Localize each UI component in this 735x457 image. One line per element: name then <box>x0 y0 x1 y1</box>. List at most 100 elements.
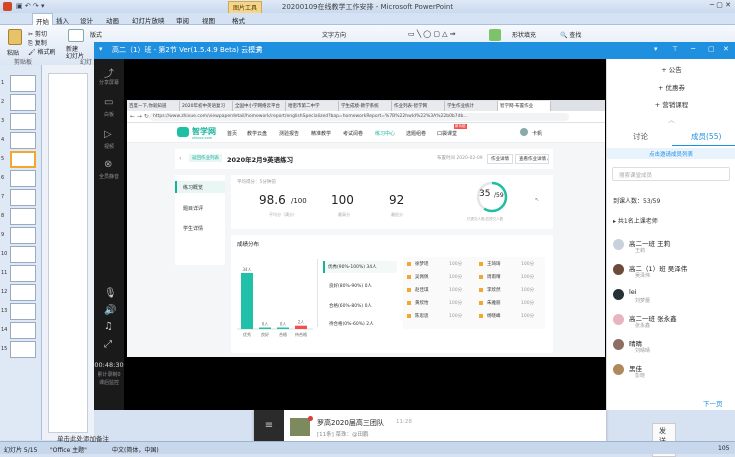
slide-thumbnail[interactable] <box>10 113 36 130</box>
tab-design[interactable]: 设计 <box>80 15 93 25</box>
homework-detail-button[interactable]: 作业详情 <box>487 154 513 164</box>
nav-cloud[interactable]: 教学云盘 <box>247 130 267 137</box>
browser-tab[interactable]: 全国中小学网络云平台 <box>233 101 286 111</box>
member-item[interactable]: 高二（1）班 吴泽伟 吴泽伟 <box>613 262 733 282</box>
user-name[interactable]: 卡帆 <box>532 130 542 137</box>
tab-animation[interactable]: 动画 <box>106 15 119 25</box>
pin-icon[interactable]: ▾ <box>654 45 658 53</box>
student-name[interactable]: 朱雅丽 <box>487 300 501 306</box>
side-questions[interactable]: 题目详评 <box>183 205 203 212</box>
slide-thumbnail[interactable] <box>10 170 36 187</box>
fullscreen-icon[interactable]: ⤢ <box>104 339 112 350</box>
level-good[interactable]: 良好(80%-90%) 0人 <box>329 283 372 289</box>
browser-tab[interactable]: 百度一下,你就知道 <box>127 101 180 111</box>
student-name[interactable]: 黄欣怡 <box>415 300 429 306</box>
popout-icon[interactable]: ⧉ <box>257 45 262 54</box>
distribution-bar[interactable] <box>295 325 307 329</box>
nav-arrows-icon[interactable]: ← → ↻ <box>130 113 149 120</box>
tab-home[interactable]: 开始 <box>32 13 53 26</box>
next-page-link[interactable]: 下一页 <box>703 398 723 408</box>
window-controls[interactable]: ─ ▢ ✕ <box>710 1 731 9</box>
slide-thumbnail[interactable] <box>10 75 36 92</box>
nav-report[interactable]: 测验报告 <box>279 130 299 137</box>
teachers-group[interactable]: ▸ 共1名上课老师 <box>613 216 658 225</box>
level-fail[interactable]: 待合格(0%-60%) 2人 <box>329 321 374 327</box>
member-item[interactable]: 高二一班 王莉 王莉 <box>613 237 733 257</box>
nav-compose[interactable]: 选题组卷 <box>406 130 426 137</box>
student-name[interactable]: 赵佳琪 <box>415 287 429 293</box>
distribution-bar[interactable] <box>241 273 253 329</box>
new-slide-icon[interactable] <box>68 29 84 42</box>
side-students[interactable]: 学生详情 <box>183 225 203 232</box>
tab-members[interactable]: 成员(55) <box>691 131 721 142</box>
slide-thumbnail[interactable] <box>10 341 36 358</box>
browser-tab[interactable]: 智学网-布置作业 <box>498 101 551 111</box>
student-name[interactable]: 王琦琦 <box>487 261 501 267</box>
music-icon[interactable]: ♫ <box>104 321 113 332</box>
level-excellent[interactable]: 优秀(90%-100%) 34人 <box>323 261 397 273</box>
member-item[interactable]: 高二一班 张永鑫 张永鑫 <box>613 312 733 332</box>
shapes-gallery[interactable]: ▭ ╲ ◯ ▢ △ ⇒ <box>408 30 456 38</box>
mute-all-icon[interactable]: ⊗ <box>104 159 112 170</box>
slide-thumbnail[interactable] <box>10 322 36 339</box>
arrange-icon[interactable] <box>489 29 501 41</box>
paste-icon[interactable] <box>8 29 22 45</box>
side-overview[interactable]: 练习概览 <box>175 181 225 193</box>
menu-announcement[interactable]: + 公告 <box>607 64 735 74</box>
chat-notification[interactable]: ≡ 罗高2020届高三团队 11:28 [11条] 菜珠：@田鹏 发送(S) <box>254 410 676 457</box>
slide-thumbnail[interactable] <box>10 132 36 149</box>
tab-insert[interactable]: 插入 <box>56 15 69 25</box>
back-chevron-icon[interactable]: ‹ <box>179 155 181 162</box>
slide-canvas[interactable] <box>48 73 88 433</box>
format-painter-button[interactable]: 🖌 格式刷 <box>28 47 56 56</box>
slide-thumbnail[interactable] <box>10 246 36 263</box>
student-name[interactable]: 陈思思 <box>415 313 429 319</box>
slide-thumbnail[interactable] <box>10 303 36 320</box>
user-avatar[interactable] <box>520 128 528 136</box>
student-name[interactable]: 吴佩佩 <box>415 274 429 280</box>
homework-review-button[interactable]: 查看作业详情 / 批阅 <box>515 154 549 164</box>
browser-tab[interactable]: 学生成绩-教学系统 <box>339 101 392 111</box>
member-item[interactable]: lei 刘梦蕾 <box>613 287 733 307</box>
distribution-bar[interactable] <box>277 327 289 330</box>
member-search-input[interactable]: 搜索课堂成员 <box>612 167 730 181</box>
browser-tab[interactable]: 作业列表-智学网 <box>392 101 445 111</box>
browser-tab[interactable]: 哈密市第二中学 <box>286 101 339 111</box>
menu-coupon[interactable]: + 优惠券 <box>607 82 735 92</box>
nav-exam[interactable]: 考试阅卷 <box>343 130 363 137</box>
invite-bar[interactable]: 点击邀请成员列表 <box>607 148 735 159</box>
tab-view[interactable]: 视图 <box>202 15 215 25</box>
zoom-level[interactable]: 105 <box>718 445 729 452</box>
collapse-chevron-icon[interactable]: ︿ <box>607 114 735 124</box>
slide-thumbnail[interactable] <box>10 265 36 282</box>
paste-button[interactable]: 粘贴 <box>7 48 19 57</box>
student-name[interactable]: 周雨晴 <box>487 274 501 280</box>
url-field[interactable]: https://www.zhixue.com/viewpaperdetail/h… <box>149 113 569 121</box>
slide-thumbnail[interactable] <box>10 284 36 301</box>
nav-home[interactable]: 首页 <box>227 130 237 137</box>
slide-thumbnail[interactable] <box>10 227 36 244</box>
tab-slideshow[interactable]: 幻灯片放映 <box>132 15 165 25</box>
video-icon[interactable]: ▷ <box>104 129 112 140</box>
slide-thumbnail[interactable] <box>10 208 36 225</box>
student-name[interactable]: 徐梦瑶 <box>415 261 429 267</box>
slide-thumbnail[interactable] <box>10 189 36 206</box>
browser-tab[interactable]: 学生作业统计 <box>445 101 498 111</box>
slide-thumbnail[interactable] <box>10 94 36 111</box>
shape-fill-button[interactable]: 形状填充 <box>512 30 536 39</box>
back-button[interactable]: 返回作业列表 <box>189 154 222 162</box>
student-name[interactable]: 杨晓峰 <box>487 313 501 319</box>
member-item[interactable]: 黑佳 彭晓 <box>613 362 733 382</box>
slide-thumbnail[interactable] <box>10 151 36 168</box>
share-screen-icon[interactable]: ⤴ <box>104 65 114 80</box>
distribution-bar[interactable] <box>259 327 271 330</box>
speaker-icon[interactable]: 🔊 <box>104 305 116 316</box>
browser-tab[interactable]: 2020年初中英语复习 <box>180 101 233 111</box>
menu-courses[interactable]: + 营销课程 <box>607 99 735 109</box>
tab-format[interactable]: 格式 <box>232 15 245 25</box>
notes-placeholder[interactable]: 单击此处添加备注 <box>57 433 109 443</box>
cut-button[interactable]: ✂ 剪切 <box>28 29 47 38</box>
nav-pocket[interactable]: 口袋课堂 <box>437 130 457 137</box>
level-pass[interactable]: 合格(60%-80%) 0人 <box>329 303 372 309</box>
close-icon[interactable]: ✕ <box>723 45 729 53</box>
